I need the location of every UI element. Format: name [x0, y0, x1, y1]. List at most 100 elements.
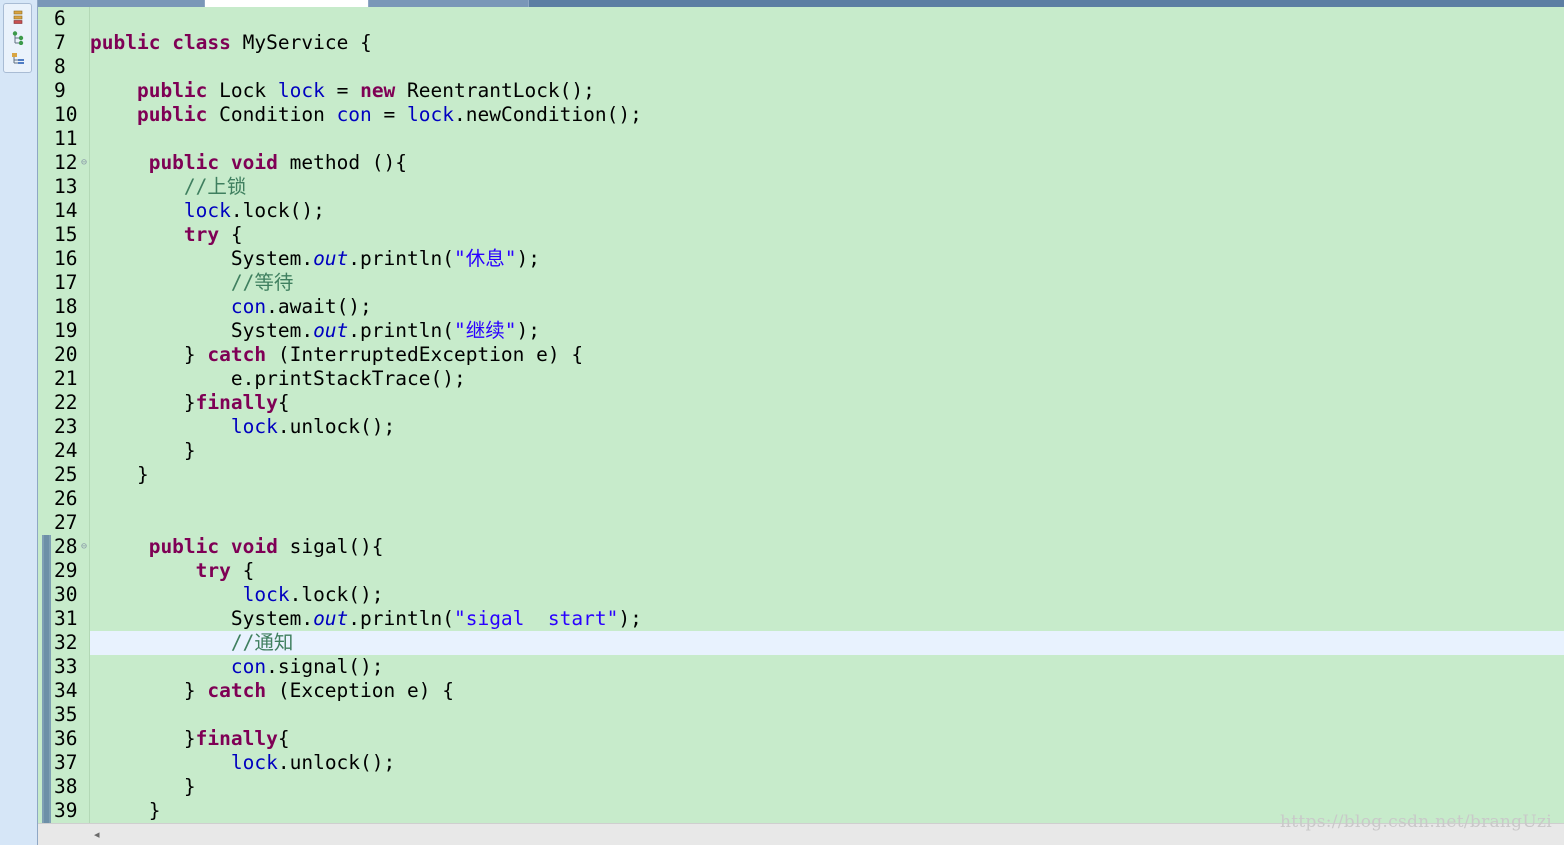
line-number: 37 — [54, 751, 78, 774]
field-token: con — [336, 103, 372, 126]
code-line[interactable]: 24 } — [38, 439, 1564, 463]
code-line[interactable]: 38 } — [38, 775, 1564, 799]
field-token: lock — [230, 751, 278, 774]
code-token: { — [277, 391, 290, 414]
code-text: System.out.println("休息"); — [90, 247, 1564, 271]
keyword-token: public — [136, 103, 208, 126]
field-token: lock — [277, 79, 325, 102]
code-text: lock.lock(); — [90, 583, 1564, 607]
keyword-token: class — [172, 31, 231, 54]
field-token: lock — [242, 583, 290, 606]
code-line[interactable]: 29 try { — [38, 559, 1564, 583]
code-line[interactable]: 27 — [38, 511, 1564, 535]
comment-token: //通知 — [230, 631, 294, 654]
scroll-left-arrow-icon[interactable]: ◂ — [94, 828, 100, 841]
keyword-token: try — [195, 559, 231, 582]
code-line[interactable]: 37 lock.unlock(); — [38, 751, 1564, 775]
code-line[interactable]: 16 System.out.println("休息"); — [38, 247, 1564, 271]
code-token: .lock(); — [230, 199, 325, 222]
code-token: } — [90, 343, 208, 366]
code-token: ); — [516, 319, 540, 342]
code-line[interactable]: 9 public Lock lock = new ReentrantLock()… — [38, 79, 1564, 103]
code-text: con.await(); — [90, 295, 1564, 319]
line-number: 15 — [54, 223, 78, 246]
code-line[interactable]: 11 — [38, 127, 1564, 151]
line-number: 6 — [54, 7, 66, 30]
keyword-token: public — [148, 151, 220, 174]
code-line[interactable]: 31 System.out.println("sigal start"); — [38, 607, 1564, 631]
code-line[interactable]: 12 ⊖ public void method (){ — [38, 151, 1564, 175]
editor-tab-bar — [38, 0, 1564, 7]
code-line[interactable]: 6 — [38, 7, 1564, 31]
code-line[interactable]: 14 lock.lock(); — [38, 199, 1564, 223]
keyword-token: finally — [195, 727, 278, 750]
editor-tab[interactable] — [369, 0, 529, 7]
keyword-token: finally — [195, 391, 278, 414]
code-line[interactable]: 17 //等待 — [38, 271, 1564, 295]
code-line[interactable]: 35 — [38, 703, 1564, 727]
code-line[interactable]: 36 }finally{ — [38, 727, 1564, 751]
code-token: .newCondition(); — [454, 103, 642, 126]
code-line[interactable]: 13 //上锁 — [38, 175, 1564, 199]
code-line[interactable]: 20 } catch (InterruptedException e) { — [38, 343, 1564, 367]
code-line[interactable]: 33 con.signal(); — [38, 655, 1564, 679]
line-number: 11 — [54, 127, 78, 150]
code-line[interactable]: 10 public Condition con = lock.newCondit… — [38, 103, 1564, 127]
code-line[interactable]: 32 //通知 — [38, 631, 1564, 655]
type-tree-icon[interactable] — [11, 31, 25, 45]
editor-tab[interactable] — [38, 0, 205, 7]
code-editor[interactable]: 6 7 public class MyService {8 9 public Lock… — [38, 7, 1564, 823]
keyword-token: void — [230, 535, 278, 558]
line-number: 35 — [54, 703, 78, 726]
string-token: "sigal start" — [453, 607, 619, 630]
line-number: 31 — [54, 607, 78, 630]
string-token: "继续" — [453, 319, 517, 342]
code-line[interactable]: 15 try { — [38, 223, 1564, 247]
code-line[interactable]: 19 System.out.println("继续"); — [38, 319, 1564, 343]
outline-icon[interactable] — [11, 52, 25, 66]
code-line[interactable]: 23 lock.unlock(); — [38, 415, 1564, 439]
code-line[interactable]: 30 lock.lock(); — [38, 583, 1564, 607]
code-token: } — [90, 391, 196, 414]
code-text: con.signal(); — [90, 655, 1564, 679]
field-token: con — [230, 295, 267, 318]
code-line[interactable]: 34 } catch (Exception e) { — [38, 679, 1564, 703]
code-line[interactable]: 26 — [38, 487, 1564, 511]
code-token: } — [90, 679, 208, 702]
field-token: lock — [230, 415, 278, 438]
code-line[interactable]: 18 con.await(); — [38, 295, 1564, 319]
code-token: (InterruptedException e) { — [266, 343, 584, 366]
code-text: } — [90, 439, 1564, 463]
keyword-token: try — [183, 223, 220, 246]
code-text: }finally{ — [90, 727, 1564, 751]
code-token: System. — [90, 607, 314, 630]
code-token: .println( — [348, 607, 454, 630]
code-text: //等待 — [90, 271, 1564, 295]
code-line[interactable]: 28 ⊖ public void sigal(){ — [38, 535, 1564, 559]
code-line[interactable]: 21 e.printStackTrace(); — [38, 367, 1564, 391]
code-token: e.printStackTrace(); — [90, 367, 466, 390]
code-token: .println( — [348, 247, 454, 270]
code-line[interactable]: 7 public class MyService { — [38, 31, 1564, 55]
code-line[interactable]: 22 }finally{ — [38, 391, 1564, 415]
code-line[interactable]: 8 — [38, 55, 1564, 79]
editor-tab-active[interactable] — [205, 0, 369, 7]
fold-toggle-icon[interactable]: ⊖ — [81, 151, 87, 175]
hierarchy-icon[interactable] — [11, 10, 25, 24]
keyword-token: new — [360, 79, 396, 102]
static-field-token: out — [313, 607, 349, 630]
code-line[interactable]: 25 } — [38, 463, 1564, 487]
code-text: } — [90, 463, 1564, 487]
code-text: System.out.println("sigal start"); — [90, 607, 1564, 631]
code-token: .await(); — [266, 295, 372, 318]
code-text: //通知 — [90, 631, 1564, 655]
fold-toggle-icon[interactable]: ⊖ — [81, 535, 87, 559]
code-token: sigal(){ — [277, 535, 384, 558]
